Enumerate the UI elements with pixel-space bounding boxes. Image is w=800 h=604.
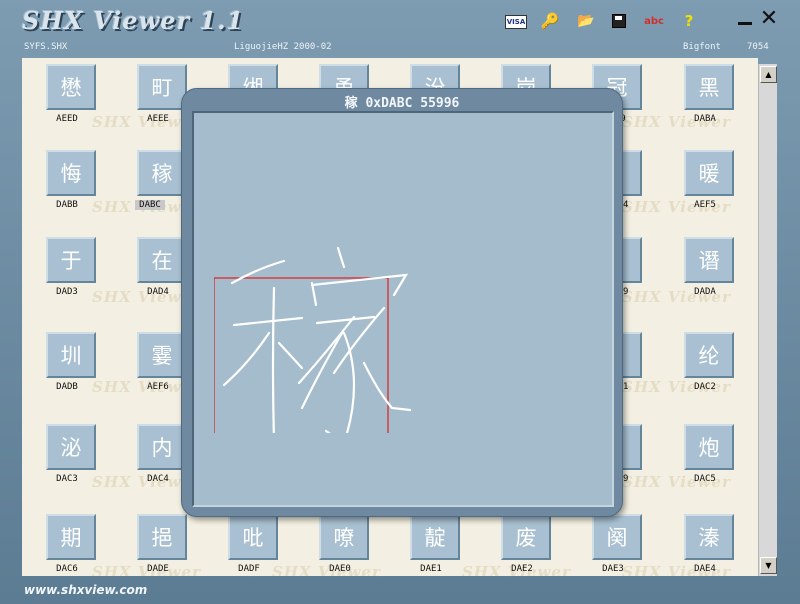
save-icon[interactable] <box>610 13 628 29</box>
glyph-code: DAC3 <box>56 474 78 484</box>
glyph-cell[interactable]: 于 DAD3 <box>22 233 114 325</box>
glyph-button[interactable]: 阕 <box>592 514 642 560</box>
preview-canvas <box>192 111 614 507</box>
visa-icon[interactable]: VISA <box>505 15 527 29</box>
glyph-code: DAE4 <box>694 564 716 574</box>
glyph-code: AEED <box>56 114 78 124</box>
glyph-button[interactable]: 谮 <box>684 237 734 283</box>
glyph-button[interactable]: 圳 <box>46 332 96 378</box>
glyph-preview-dialog: 稼 0xDABC 55996 <box>181 88 623 517</box>
scroll-up-button[interactable]: ▲ <box>760 66 777 83</box>
glyph-cell[interactable]: 悔 DABB <box>22 146 114 238</box>
glyph-cell[interactable]: 期 DAC6 <box>22 510 114 576</box>
scroll-down-button[interactable]: ▼ <box>760 557 777 574</box>
glyph-code: DAE2 <box>511 564 533 574</box>
glyph-code: DADE <box>147 564 169 574</box>
open-folder-icon[interactable]: 📂 <box>577 13 595 29</box>
preview-title: 稼 0xDABC 55996 <box>344 96 460 111</box>
glyph-button[interactable]: 暖 <box>684 150 734 196</box>
glyph-cell[interactable]: 嘹 DAE0 <box>295 510 387 576</box>
app-title: SHX Viewer 1.1 <box>22 6 245 35</box>
glyph-cell[interactable]: 吡 DADF <box>204 510 296 576</box>
glyph-cell[interactable]: 溱 DAE4 <box>660 510 752 576</box>
glyph-cell[interactable]: 暖 AEF5 <box>660 146 752 238</box>
footer-url[interactable]: www.shxview.com <box>24 583 147 597</box>
glyph-code: DABA <box>694 114 716 124</box>
author-label: LiguojieHZ 2000-02 <box>234 42 332 52</box>
glyph-button[interactable]: 期 <box>46 514 96 560</box>
app-window: SHX Viewer 1.1 VISA 🔑 📂 abc ? ✕ SYFS.SHX… <box>0 0 800 604</box>
glyph-code: DAD3 <box>56 287 78 297</box>
glyph-cell[interactable]: 懋 AEED <box>22 60 114 152</box>
glyph-count: 7054 <box>747 42 769 52</box>
glyph-button[interactable]: 在 <box>137 237 187 283</box>
key-icon[interactable]: 🔑 <box>541 12 560 30</box>
glyph-code: DADB <box>56 382 78 392</box>
glyph-button[interactable]: 稼 <box>137 150 187 196</box>
title-bar: SHX Viewer 1.1 VISA 🔑 📂 abc ? ✕ <box>0 0 800 40</box>
glyph-button[interactable]: 懋 <box>46 64 96 110</box>
glyph-button[interactable]: 黑 <box>684 64 734 110</box>
glyph-cell[interactable]: 纶 DAC2 <box>660 328 752 420</box>
glyph-code: DAE1 <box>420 564 442 574</box>
glyph-button[interactable]: 町 <box>137 64 187 110</box>
minimize-button[interactable] <box>738 22 752 25</box>
glyph-cell[interactable]: 泌 DAC3 <box>22 420 114 512</box>
glyph-code: DADA <box>694 287 716 297</box>
glyph-code: DAC2 <box>694 382 716 392</box>
glyph-code: DADF <box>238 564 260 574</box>
glyph-button[interactable]: 溱 <box>684 514 734 560</box>
glyph-button[interactable]: 于 <box>46 237 96 283</box>
file-name: SYFS.SHX <box>24 42 68 52</box>
glyph-code: DABB <box>56 200 78 210</box>
glyph-button[interactable]: 泌 <box>46 424 96 470</box>
glyph-code: AEF5 <box>694 200 716 210</box>
glyph-button[interactable]: 废 <box>501 514 551 560</box>
glyph-button[interactable]: 吡 <box>228 514 278 560</box>
glyph-button[interactable]: 悔 <box>46 150 96 196</box>
glyph-cell[interactable]: 废 DAE2 <box>477 510 569 576</box>
glyph-button[interactable]: 挹 <box>137 514 187 560</box>
glyph-button[interactable]: 霎 <box>137 332 187 378</box>
glyph-button[interactable]: 纶 <box>684 332 734 378</box>
glyph-code: DABC <box>135 200 165 210</box>
glyph-cell[interactable]: 炮 DAC5 <box>660 420 752 512</box>
glyph-cell[interactable]: 谮 DADA <box>660 233 752 325</box>
glyph-cell[interactable]: 阕 DAE3 <box>568 510 660 576</box>
font-type: Bigfont <box>683 42 721 52</box>
glyph-code: DAE3 <box>602 564 624 574</box>
glyph-code: DAC5 <box>694 474 716 484</box>
glyph-cell[interactable]: 圳 DADB <box>22 328 114 420</box>
glyph-button[interactable]: 嘹 <box>319 514 369 560</box>
close-button[interactable]: ✕ <box>758 6 780 31</box>
glyph-button[interactable]: 内 <box>137 424 187 470</box>
glyph-cell[interactable]: 靛 DAE1 <box>386 510 478 576</box>
glyph-code: DAC6 <box>56 564 78 574</box>
large-glyph-drawing <box>214 246 412 433</box>
glyph-code: DAE0 <box>329 564 351 574</box>
vertical-scrollbar[interactable]: ▲ ▼ <box>758 64 777 576</box>
glyph-button[interactable]: 靛 <box>410 514 460 560</box>
help-icon[interactable]: ? <box>680 12 698 30</box>
glyph-cell[interactable]: 黑 DABA <box>660 60 752 152</box>
glyph-cell[interactable]: 挹 DADE <box>113 510 205 576</box>
abc-icon[interactable]: abc <box>643 13 665 29</box>
glyph-button[interactable]: 炮 <box>684 424 734 470</box>
